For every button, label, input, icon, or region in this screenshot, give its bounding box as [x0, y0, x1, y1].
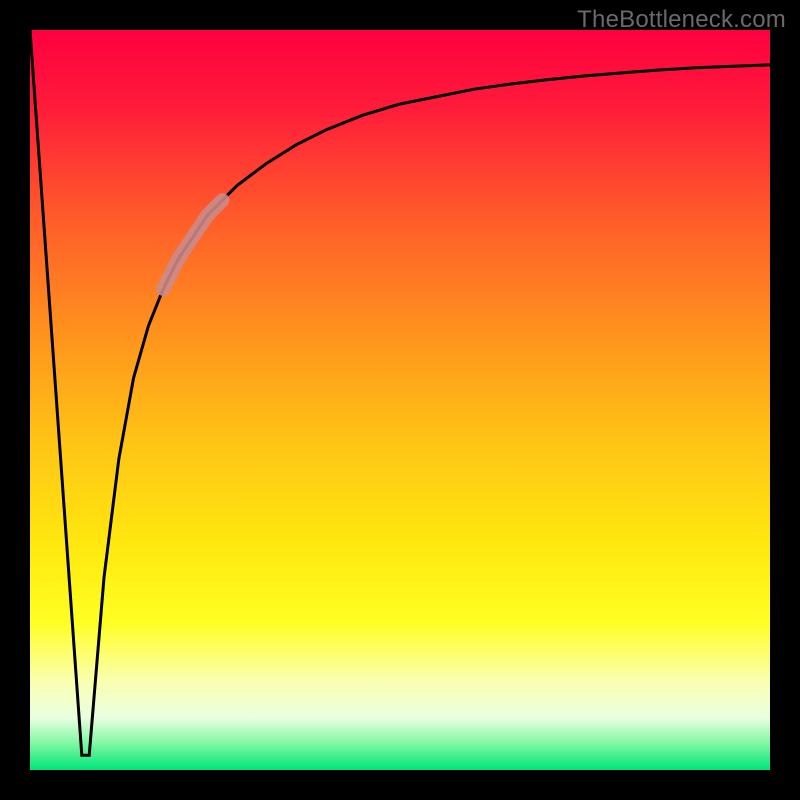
- watermark-text: TheBottleneck.com: [577, 6, 786, 34]
- gradient-background: [30, 30, 770, 770]
- bottleneck-chart: [30, 30, 770, 770]
- plot-area: [30, 30, 770, 770]
- chart-frame: TheBottleneck.com: [0, 0, 800, 800]
